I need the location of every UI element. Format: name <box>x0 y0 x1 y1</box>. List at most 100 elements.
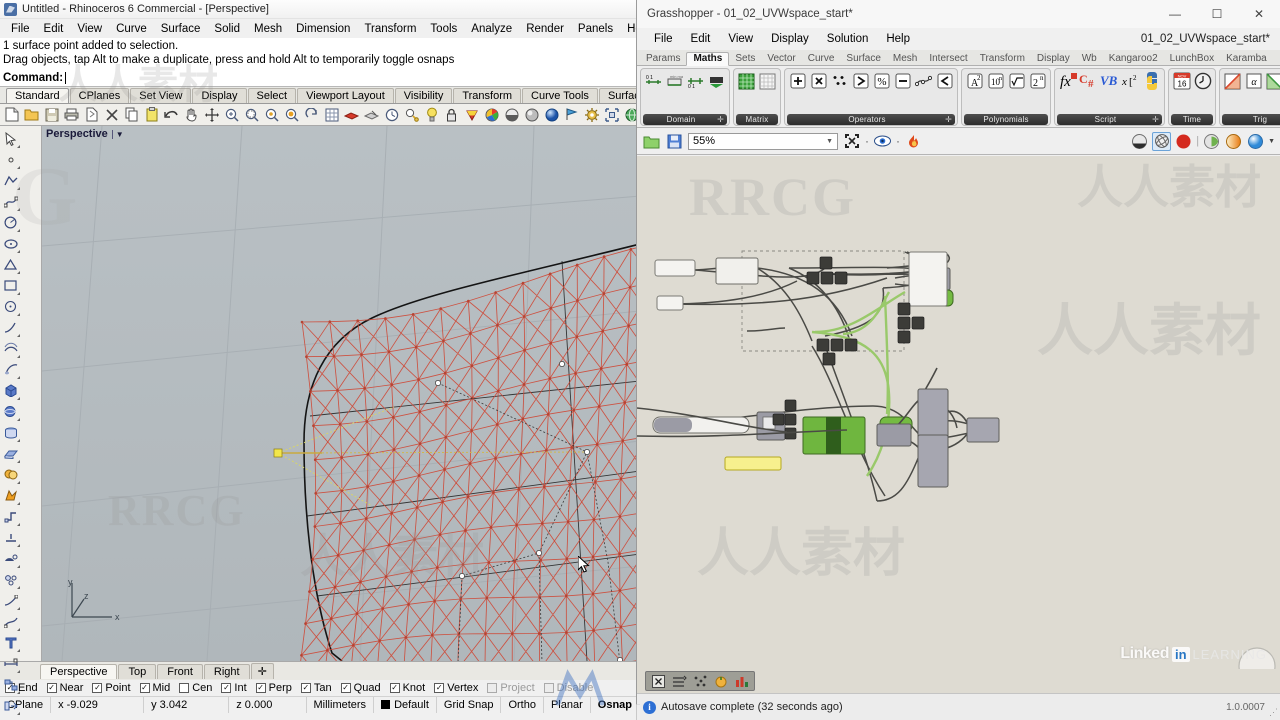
checkbox-icon[interactable] <box>179 683 190 693</box>
mesh-flag-icon[interactable] <box>562 105 581 124</box>
osnap-vertex[interactable]: ✓ Vertex <box>434 682 478 694</box>
clock-icon[interactable] <box>1192 71 1213 91</box>
osnap-disable[interactable]: Disable <box>543 682 593 694</box>
gh-menu-display[interactable]: Display <box>762 31 818 47</box>
gh-tab-curve[interactable]: Curve <box>802 52 841 65</box>
viewport-label[interactable]: Perspective ▼ <box>46 128 124 140</box>
power-of-2-icon[interactable]: A2 <box>964 71 985 91</box>
menu-curve[interactable]: Curve <box>109 22 154 36</box>
checkbox-icon[interactable] <box>487 683 498 693</box>
tab-curve-tools[interactable]: Curve Tools <box>522 88 598 103</box>
polygon-icon[interactable] <box>0 254 21 275</box>
delete-x-icon[interactable] <box>102 105 121 124</box>
osnap-quad[interactable]: ✓ Quad <box>340 682 381 694</box>
explode-icon[interactable] <box>0 695 21 716</box>
blend-curve-icon[interactable] <box>0 611 21 632</box>
select-arrow-icon[interactable] <box>0 128 21 149</box>
expand-plus-icon[interactable]: ✛ <box>717 115 724 124</box>
tab-set-view[interactable]: Set View <box>130 88 192 103</box>
domain-icon[interactable]: 0 1 <box>643 71 664 91</box>
point-icon[interactable] <box>0 149 21 170</box>
zoom-in-icon[interactable] <box>222 105 241 124</box>
sketch-rectangle-icon[interactable] <box>842 132 861 151</box>
move-icon[interactable] <box>202 105 221 124</box>
gh-tab-intersect[interactable]: Intersect <box>923 52 973 65</box>
osnap-near[interactable]: ✓ Near <box>46 682 83 694</box>
zoom-level-select[interactable]: 55% ▼ <box>688 132 838 150</box>
checkbox-icon[interactable]: ✓ <box>389 683 400 693</box>
copy-page-icon[interactable] <box>82 105 101 124</box>
status-planar[interactable]: Planar <box>544 696 591 713</box>
status-smarttrack[interactable]: SmartTrack <box>636 705 640 720</box>
menu-file[interactable]: File <box>4 22 37 36</box>
expand-plus-icon[interactable]: ✛ <box>945 115 952 124</box>
new-file-icon[interactable] <box>2 105 21 124</box>
boolean-split-icon[interactable] <box>0 485 21 506</box>
menu-tools[interactable]: Tools <box>423 22 464 36</box>
status-layer[interactable]: Default <box>374 696 437 713</box>
sphere-solid-icon[interactable] <box>0 401 21 422</box>
gh-tab-sets[interactable]: Sets <box>729 52 761 65</box>
gh-tab-mesh[interactable]: Mesh <box>887 52 923 65</box>
bake-flame-icon[interactable] <box>904 132 923 151</box>
ghosted-sphere-icon[interactable] <box>522 105 541 124</box>
status-units[interactable]: Millimeters <box>307 696 375 713</box>
addition-icon[interactable] <box>787 71 808 91</box>
close-icon[interactable]: ✕ <box>1238 0 1280 28</box>
render-color-icon[interactable] <box>462 105 481 124</box>
gh-menu-file[interactable]: File <box>645 31 682 47</box>
offset-icon[interactable] <box>0 548 21 569</box>
gh-tab-kangaroo2[interactable]: Kangaroo2 <box>1103 52 1164 65</box>
domain-components-icon[interactable]: min max <box>664 71 685 91</box>
grasshopper-canvas[interactable]: RRCG 人人素材 人人素材 人人素材 <box>637 156 1280 669</box>
osnap-mid[interactable]: ✓ Mid <box>139 682 170 694</box>
viewport-dropdown-icon[interactable]: ▼ <box>111 129 124 139</box>
tab-visibility[interactable]: Visibility <box>394 88 453 103</box>
layer-edit-icon[interactable] <box>362 105 381 124</box>
zoom-selected-icon[interactable] <box>262 105 281 124</box>
shade-sphere-icon[interactable] <box>502 105 521 124</box>
surface-loft-icon[interactable] <box>0 338 21 359</box>
division-icon[interactable]: % <box>871 71 892 91</box>
text-icon[interactable] <box>0 632 21 653</box>
color-wheel-icon[interactable] <box>482 105 501 124</box>
domain-divide-icon[interactable]: 0 1 <box>685 71 706 91</box>
variable-expression-icon[interactable]: x[2 <box>1120 71 1141 91</box>
viewport-tab-add[interactable]: ✛ <box>250 663 274 679</box>
tab-select[interactable]: Select <box>247 88 297 103</box>
tab-display[interactable]: Display <box>192 88 247 103</box>
undo-icon[interactable] <box>162 105 181 124</box>
tab-surface-tools[interactable]: Surface Tools <box>598 88 640 103</box>
menu-view[interactable]: View <box>70 22 109 36</box>
preview-off-icon[interactable] <box>1130 132 1149 151</box>
menu-surface[interactable]: Surface <box>154 22 208 36</box>
menu-edit[interactable]: Edit <box>37 22 71 36</box>
tab-viewport-layout[interactable]: Viewport Layout <box>297 88 394 103</box>
arc-icon[interactable] <box>0 296 21 317</box>
mass-addition-icon[interactable] <box>829 71 850 91</box>
gh-tab-display[interactable]: Display <box>1031 52 1076 65</box>
menu-solid[interactable]: Solid <box>207 22 247 36</box>
menu-dimension[interactable]: Dimension <box>289 22 357 36</box>
control-points-curve-icon[interactable] <box>0 191 21 212</box>
power-of-n-icon[interactable]: 2n <box>1027 71 1048 91</box>
viewport-tab-top[interactable]: Top <box>118 663 157 679</box>
block-icon[interactable] <box>0 674 21 695</box>
chamfer-icon[interactable] <box>0 527 21 548</box>
chart-icon[interactable] <box>732 673 752 690</box>
status-ortho[interactable]: Ortho <box>501 696 544 713</box>
viewport-tab-perspective[interactable]: Perspective <box>40 663 118 679</box>
gear-mesh-icon[interactable] <box>582 105 601 124</box>
circle-icon[interactable] <box>0 212 21 233</box>
osnap-project[interactable]: Project <box>487 682 535 694</box>
boolean-union-icon[interactable] <box>0 464 21 485</box>
menu-render[interactable]: Render <box>519 22 571 36</box>
tab-cplanes[interactable]: CPlanes <box>69 88 130 103</box>
preview-mesh-icon[interactable] <box>1202 132 1221 151</box>
fillet-icon[interactable] <box>0 506 21 527</box>
bounding-box-icon[interactable] <box>602 105 621 124</box>
mesh-box-icon[interactable] <box>0 716 21 720</box>
tab-transform[interactable]: Transform <box>453 88 522 103</box>
csharp-script-icon[interactable]: C # <box>1078 71 1099 91</box>
command-line[interactable]: Command: <box>0 70 640 87</box>
